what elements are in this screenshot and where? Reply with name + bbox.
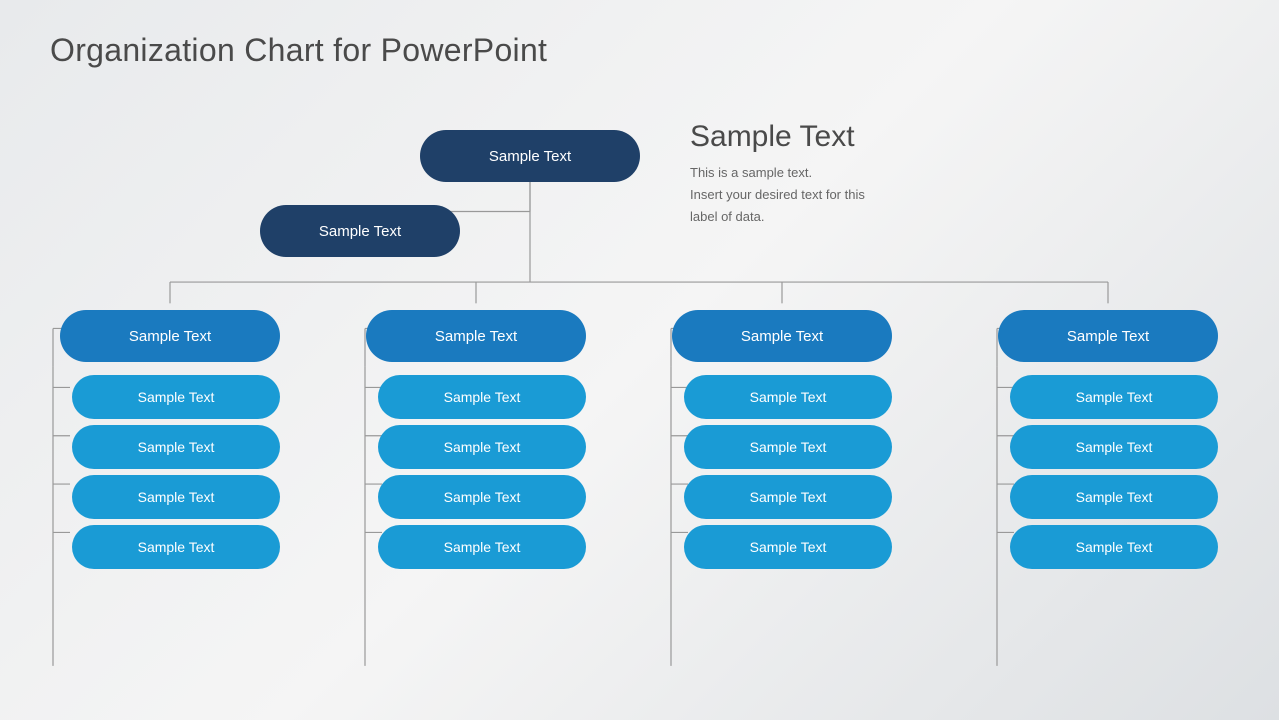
info-box-title: Sample Text xyxy=(690,120,865,154)
col4-items: Sample Text Sample Text Sample Text Samp… xyxy=(1010,375,1218,569)
col2-items: Sample Text Sample Text Sample Text Samp… xyxy=(378,375,586,569)
list-item[interactable]: Sample Text xyxy=(1010,375,1218,419)
list-item[interactable]: Sample Text xyxy=(1010,475,1218,519)
page-title: Organization Chart for PowerPoint xyxy=(50,32,547,69)
col1-items: Sample Text Sample Text Sample Text Samp… xyxy=(72,375,280,569)
list-item[interactable]: Sample Text xyxy=(378,425,586,469)
col4-header[interactable]: Sample Text xyxy=(998,310,1218,362)
list-item[interactable]: Sample Text xyxy=(378,475,586,519)
col3-items: Sample Text Sample Text Sample Text Samp… xyxy=(684,375,892,569)
list-item[interactable]: Sample Text xyxy=(72,525,280,569)
info-box-text: This is a sample text. Insert your desir… xyxy=(690,162,865,228)
list-item[interactable]: Sample Text xyxy=(72,375,280,419)
root-node[interactable]: Sample Text xyxy=(420,130,640,182)
info-box: Sample Text This is a sample text. Inser… xyxy=(690,120,865,228)
list-item[interactable]: Sample Text xyxy=(72,425,280,469)
list-item[interactable]: Sample Text xyxy=(378,375,586,419)
list-item[interactable]: Sample Text xyxy=(1010,425,1218,469)
list-item[interactable]: Sample Text xyxy=(684,475,892,519)
list-item[interactable]: Sample Text xyxy=(684,425,892,469)
chart-area: Sample Text Sample Text Sample Text This… xyxy=(50,110,1229,690)
col2-header[interactable]: Sample Text xyxy=(366,310,586,362)
col3-header[interactable]: Sample Text xyxy=(672,310,892,362)
level2-node[interactable]: Sample Text xyxy=(260,205,460,257)
list-item[interactable]: Sample Text xyxy=(378,525,586,569)
list-item[interactable]: Sample Text xyxy=(684,525,892,569)
list-item[interactable]: Sample Text xyxy=(684,375,892,419)
list-item[interactable]: Sample Text xyxy=(1010,525,1218,569)
list-item[interactable]: Sample Text xyxy=(72,475,280,519)
col1-header[interactable]: Sample Text xyxy=(60,310,280,362)
